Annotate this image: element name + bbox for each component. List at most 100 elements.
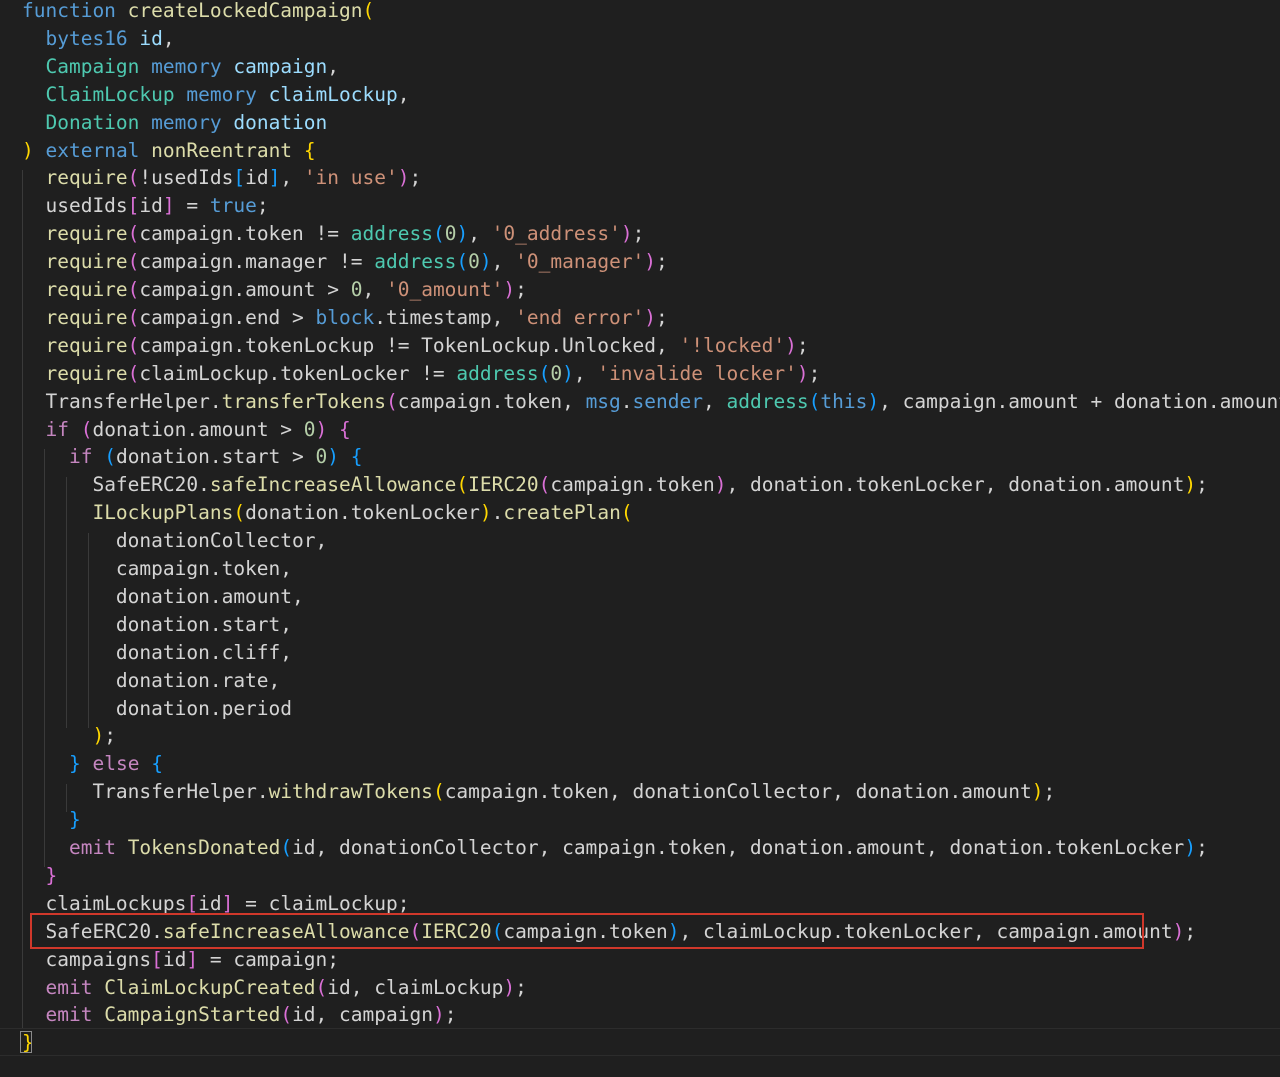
code-token: memory: [186, 82, 257, 106]
code-token: campaign.token,: [115, 557, 293, 580]
code-editor[interactable]: function createLockedCampaign( bytes16 i…: [0, 0, 1280, 1077]
code-token: TokensDonated: [127, 836, 281, 859]
code-line[interactable]: donation.start,: [22, 611, 292, 639]
code-token: IERC20: [468, 473, 539, 497]
code-token: id, claimLockup: [327, 975, 504, 999]
code-token: ,: [491, 250, 516, 274]
code-token: !usedIds: [139, 166, 234, 190]
code-line[interactable]: Donation memory donation: [22, 109, 327, 137]
code-token: ): [22, 138, 34, 162]
code-line[interactable]: TransferHelper.withdrawTokens(campaign.t…: [22, 778, 1055, 806]
code-token: sender: [632, 389, 703, 413]
code-line[interactable]: } else {: [22, 750, 163, 778]
code-token: campaign: [233, 54, 328, 78]
code-token: donation.rate,: [115, 668, 281, 692]
code-line[interactable]: emit ClaimLockupCreated(id, claimLockup)…: [22, 974, 526, 1002]
code-token: donation.amount >: [92, 417, 304, 441]
code-token: emit: [68, 836, 116, 859]
code-line[interactable]: ILockupPlans(donation.tokenLocker).creat…: [22, 499, 632, 527]
code-token: donationCollector,: [115, 529, 328, 553]
code-token: ClaimLockupCreated: [104, 975, 316, 999]
code-token: ;: [444, 1003, 457, 1027]
code-token: {: [303, 138, 316, 162]
code-token: if: [45, 417, 69, 441]
code-line[interactable]: if (donation.amount > 0) {: [22, 416, 350, 444]
code-line[interactable]: donation.rate,: [22, 667, 280, 695]
code-line[interactable]: donation.amount,: [22, 583, 304, 611]
code-token: require: [45, 250, 128, 274]
code-token: campaigns: [45, 947, 152, 971]
code-line[interactable]: ) external nonReentrant {: [22, 137, 316, 165]
code-line[interactable]: require(campaign.token != address(0), '0…: [22, 220, 644, 248]
code-line[interactable]: );: [22, 722, 116, 750]
code-token: {: [350, 445, 363, 469]
code-line[interactable]: bytes16 id,: [22, 25, 174, 53]
code-line[interactable]: require(campaign.tokenLockup != TokenLoc…: [22, 332, 808, 360]
code-token: (: [127, 166, 140, 190]
code-token: campaign.amount >: [139, 278, 351, 301]
code-line[interactable]: function createLockedCampaign(: [22, 0, 374, 25]
code-line[interactable]: }: [22, 806, 81, 834]
code-line[interactable]: require(campaign.manager != address(0), …: [22, 248, 667, 276]
code-line[interactable]: emit CampaignStarted(id, campaign);: [22, 1001, 456, 1029]
code-token: createLockedCampaign: [127, 0, 363, 22]
code-token: ): [714, 473, 727, 497]
code-token: (: [456, 250, 469, 274]
code-line[interactable]: TransferHelper.transferTokens(campaign.t…: [22, 388, 1280, 416]
code-line[interactable]: donation.period: [22, 695, 292, 723]
code-line[interactable]: Campaign memory campaign,: [22, 53, 339, 81]
code-line[interactable]: donationCollector,: [22, 527, 327, 555]
code-token: donation.start >: [115, 445, 316, 469]
code-line[interactable]: campaigns[id] = campaign;: [22, 946, 339, 974]
code-line[interactable]: require(campaign.amount > 0, '0_amount')…: [22, 276, 526, 304]
code-line[interactable]: require(campaign.end > block.timestamp, …: [22, 304, 667, 332]
code-line[interactable]: emit TokensDonated(id, donationCollector…: [22, 834, 1208, 862]
code-line[interactable]: require(claimLockup.tokenLocker != addre…: [22, 360, 820, 388]
code-token: 0: [315, 445, 328, 469]
code-token: ): [867, 389, 880, 413]
code-line[interactable]: donation.cliff,: [22, 639, 292, 667]
code-token: (: [104, 445, 116, 469]
code-line[interactable]: ClaimLockup memory claimLockup,: [22, 81, 409, 109]
code-token: TransferHelper.: [92, 780, 269, 804]
code-token: ): [432, 1003, 445, 1027]
code-line[interactable]: if (donation.start > 0) {: [22, 443, 363, 471]
code-token: ): [620, 222, 633, 246]
code-token: ): [456, 222, 469, 246]
code-line[interactable]: usedIds[id] = true;: [22, 192, 268, 220]
code-token: (: [127, 250, 140, 274]
code-token: ): [785, 333, 797, 357]
code-token: emit: [45, 975, 93, 999]
code-token: 0: [468, 250, 480, 274]
code-token: 0: [550, 361, 563, 385]
code-token: id: [245, 166, 269, 190]
code-token: ): [644, 250, 657, 274]
code-line[interactable]: }: [22, 862, 57, 890]
code-token: memory: [151, 110, 222, 134]
code-token: this: [820, 389, 868, 413]
code-token: ): [562, 361, 574, 385]
code-token: (: [432, 780, 445, 804]
code-line[interactable]: SafeERC20.safeIncreaseAllowance(IERC20(c…: [22, 471, 1207, 499]
code-token: campaign.token, donationCollector, donat…: [444, 780, 1032, 804]
code-line[interactable]: require(!usedIds[id], 'in use');: [22, 164, 421, 192]
code-token: require: [45, 278, 128, 301]
code-token: 0: [350, 278, 363, 301]
code-token: id: [198, 891, 222, 915]
code-line[interactable]: campaign.token,: [22, 555, 292, 583]
